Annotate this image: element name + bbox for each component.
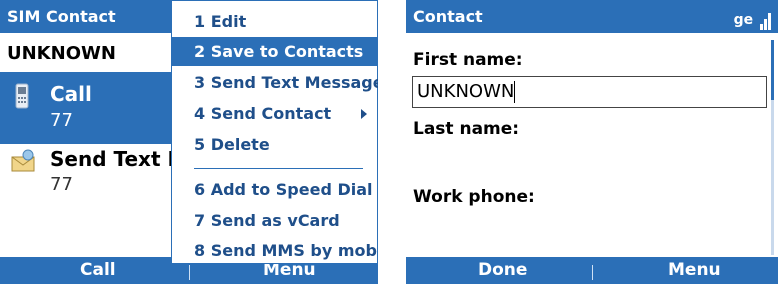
call-number: 77	[50, 110, 73, 131]
screen-title: SIM Contact	[7, 7, 116, 26]
contact-name: UNKNOWN	[7, 43, 116, 64]
title-bar: Contact ge	[406, 0, 778, 33]
text-caret	[514, 81, 516, 103]
status-area: ge	[734, 4, 772, 37]
scrollbar-thumb[interactable]	[771, 40, 774, 100]
network-type: ge	[733, 12, 754, 28]
last-name-label: Last name:	[413, 119, 520, 139]
menu-item-send-text-message[interactable]: 3 Send Text Message	[172, 68, 378, 97]
menu-item-send-as-vcard[interactable]: 7 Send as vCard	[172, 206, 377, 235]
first-name-value: UNKNOWN	[417, 81, 515, 102]
softkey-divider	[592, 265, 593, 280]
screen-title: Contact	[413, 7, 483, 26]
sim-contact-screen: SIM Contact UNKNOWN Call 77 Send Text Me…	[0, 0, 378, 284]
menu-item-send-contact[interactable]: 4 Send Contact	[172, 99, 377, 128]
send-text-number: 77	[50, 174, 73, 195]
context-menu: 1 Edit 2 Save to Contacts 3 Send Text Me…	[171, 0, 378, 264]
softkey-left[interactable]: Call	[80, 260, 116, 280]
soft-key-bar: Done Menu	[406, 257, 778, 284]
signal-strength-icon	[760, 10, 772, 30]
first-name-label: First name:	[413, 50, 523, 70]
softkey-left[interactable]: Done	[478, 260, 527, 280]
call-label: Call	[50, 82, 92, 106]
menu-item-save-to-contacts[interactable]: 2 Save to Contacts	[172, 37, 377, 66]
menu-item-send-mms[interactable]: 8 Send MMS by mobile	[172, 236, 378, 265]
softkey-divider	[189, 265, 190, 280]
softkey-right[interactable]: Menu	[668, 260, 721, 280]
phone-icon	[14, 83, 30, 113]
menu-item-edit[interactable]: 1 Edit	[172, 7, 377, 36]
first-name-input[interactable]: UNKNOWN	[412, 76, 767, 108]
menu-item-delete[interactable]: 5 Delete	[172, 130, 377, 159]
menu-item-add-to-speed-dial[interactable]: 6 Add to Speed Dial	[172, 175, 377, 204]
submenu-arrow-icon	[361, 109, 367, 119]
envelope-icon	[11, 149, 37, 177]
contact-edit-screen: Contact ge First name: UNKNOWN Last name…	[406, 0, 778, 284]
menu-separator	[194, 168, 363, 169]
work-phone-label: Work phone:	[413, 187, 535, 207]
menu-item-send-contact-label: 4 Send Contact	[194, 104, 332, 123]
